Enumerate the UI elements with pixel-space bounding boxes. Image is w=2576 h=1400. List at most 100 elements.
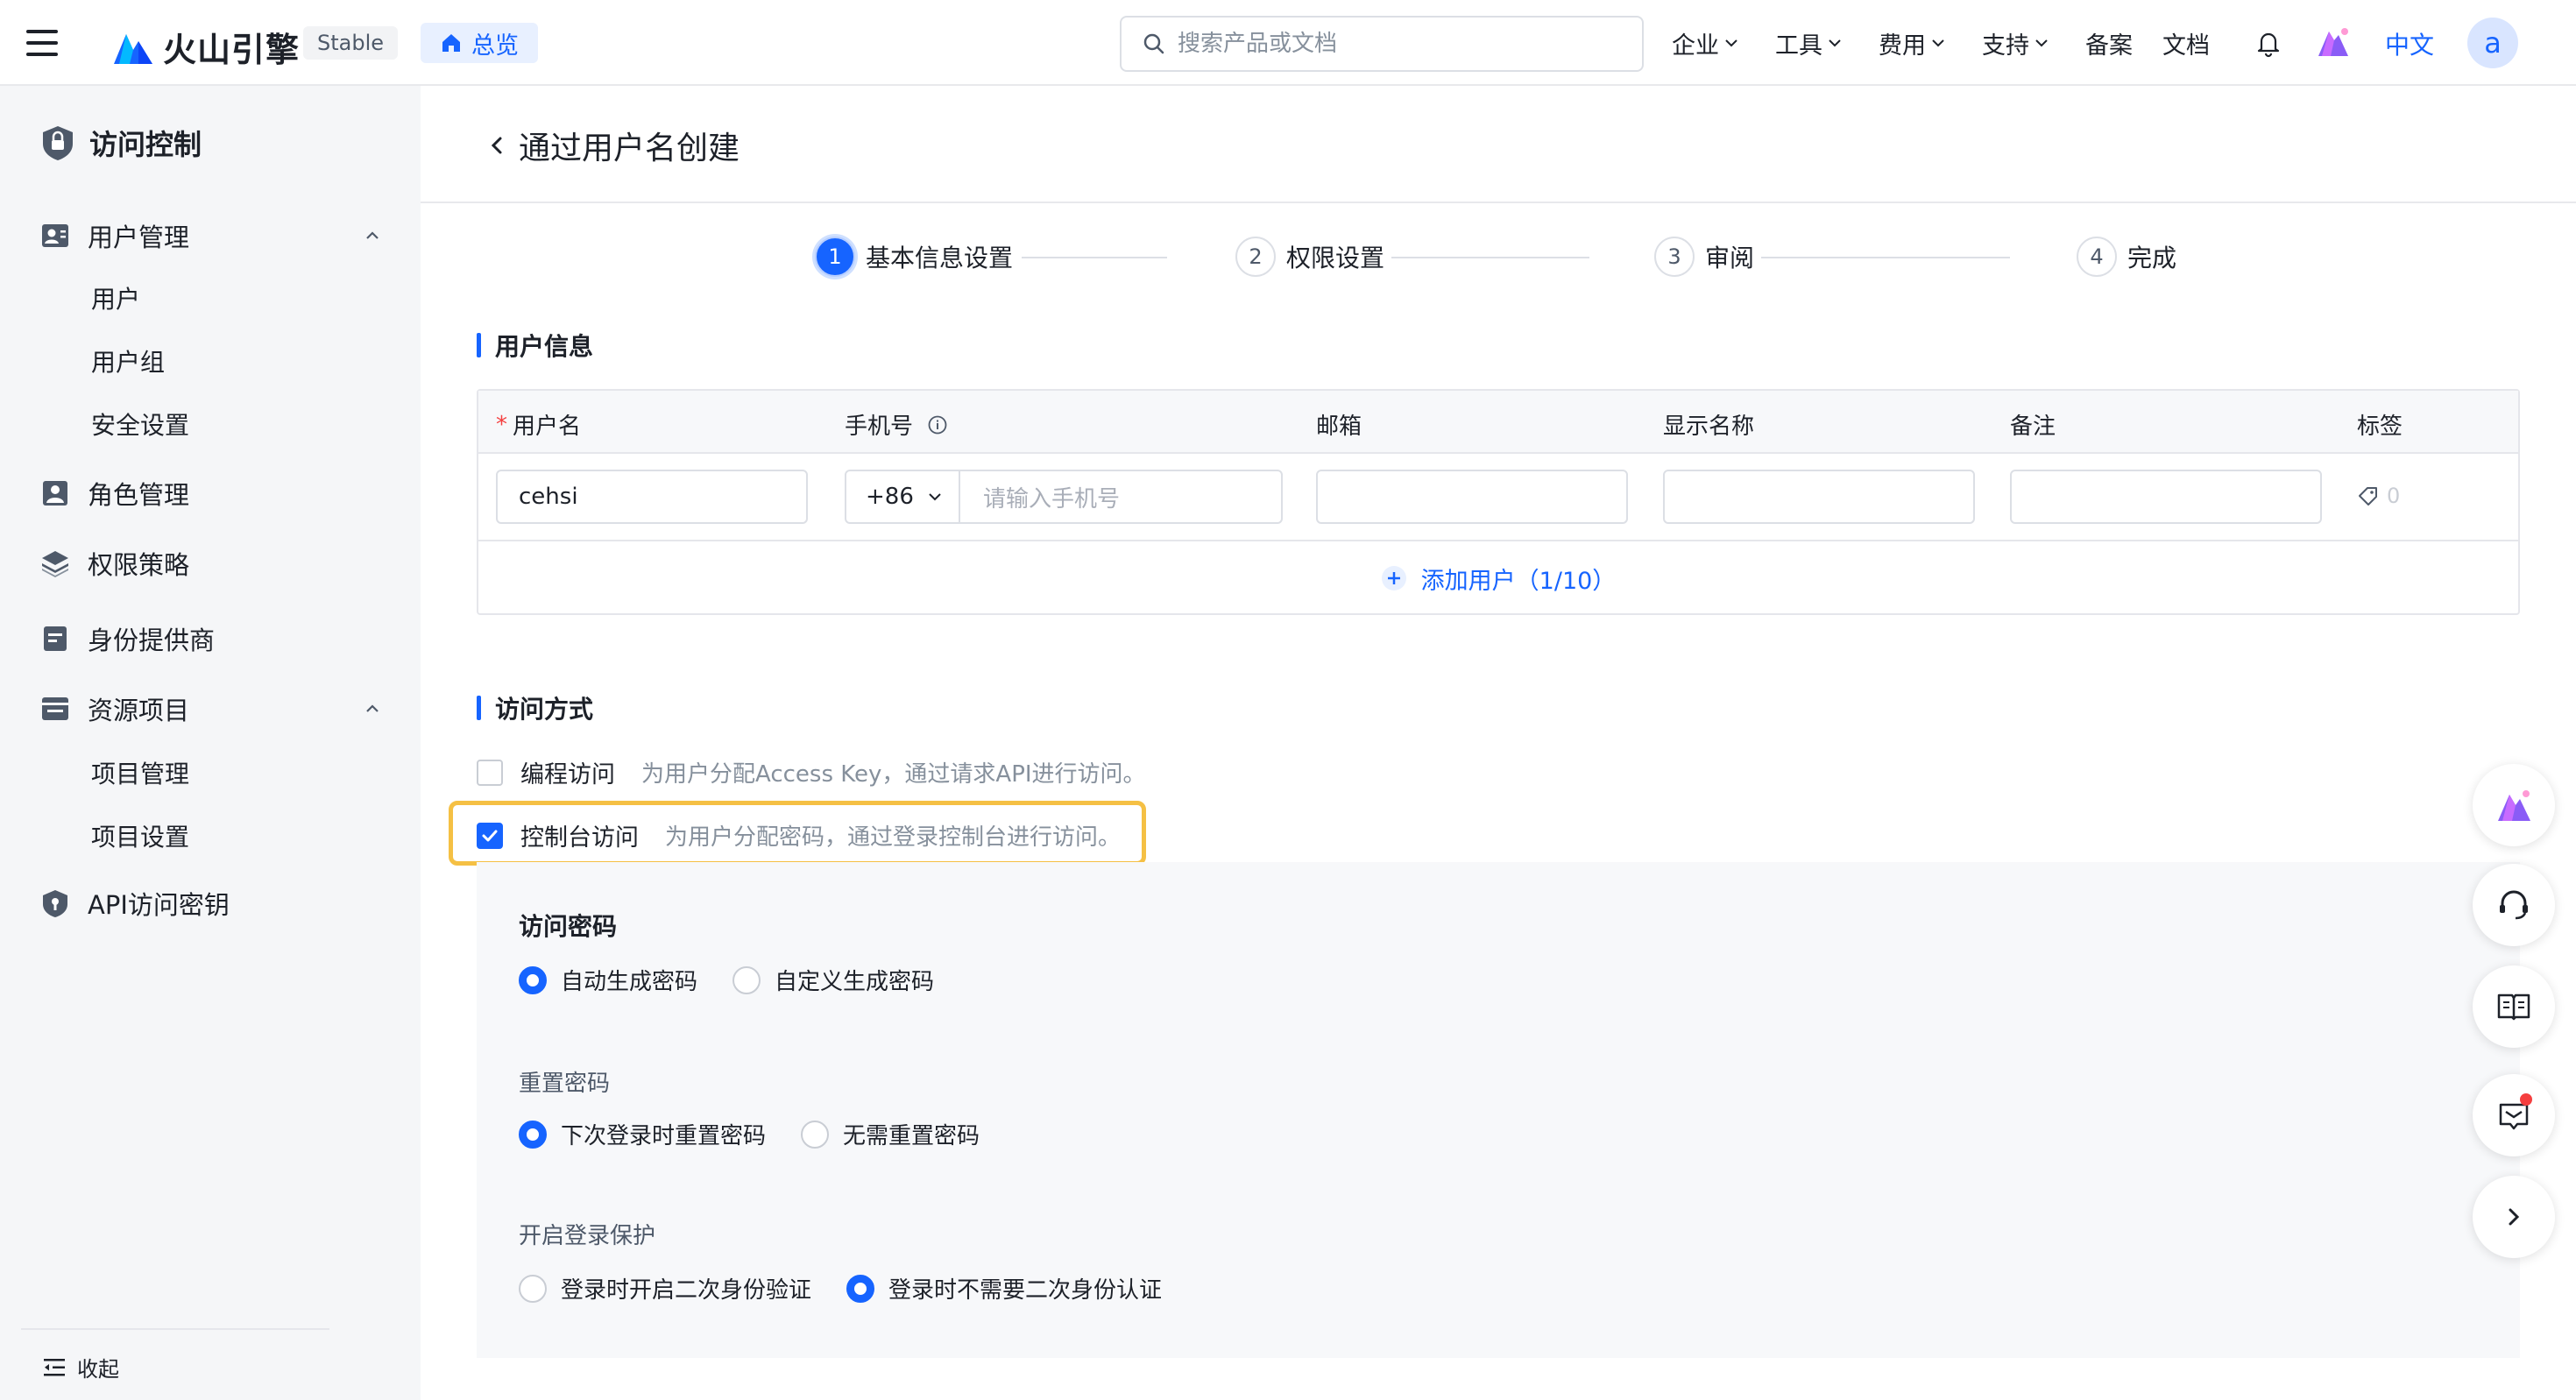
role-icon: [43, 481, 67, 506]
programmatic-access-option[interactable]: 编程访问 为用户分配Access Key，通过请求API进行访问。: [477, 755, 1146, 789]
display-name-field[interactable]: [1663, 470, 1975, 524]
step-label: 权限设置: [1286, 244, 1385, 272]
radio-enable-mfa[interactable]: [519, 1274, 547, 1303]
collapse-button[interactable]: 收起: [42, 1352, 119, 1382]
nav-support[interactable]: 支持: [1982, 26, 2050, 60]
tag-icon: [2359, 487, 2377, 506]
column-remark: 备注: [2010, 414, 2056, 440]
radio-reset-next-login-label[interactable]: 下次登录时重置密码: [561, 1118, 766, 1150]
nav-filing[interactable]: 备案: [2085, 26, 2133, 60]
sidebar-item-project-settings[interactable]: 项目设置: [91, 818, 189, 853]
sidebar-group-label: 角色管理: [88, 480, 190, 510]
column-display-name: 显示名称: [1663, 414, 1755, 440]
headset-icon: [2500, 890, 2528, 920]
radio-no-mfa-label[interactable]: 登录时不需要二次身份认证: [888, 1272, 1162, 1305]
chevron-down-icon: [929, 493, 941, 501]
back-arrow-icon[interactable]: [487, 133, 506, 158]
sidebar-title: 访问控制: [40, 123, 202, 163]
radio-reset-next-login[interactable]: [519, 1120, 547, 1149]
country-code-select[interactable]: +86: [846, 471, 960, 522]
step-4: 4 完成: [2077, 237, 2176, 277]
nav-enterprise[interactable]: 企业: [1672, 26, 1740, 60]
add-user-button[interactable]: 添加用户（1/10）: [478, 540, 2518, 615]
menu-icon[interactable]: [26, 30, 58, 56]
table-header: * 用户名 手机号 邮箱 显示名称 备注 标签: [478, 391, 2518, 454]
login-protection-title: 开启登录保护: [519, 1223, 656, 1249]
brand-logo[interactable]: 火山引擎: [112, 23, 300, 71]
step-connector: [1022, 257, 1167, 258]
chevron-right-icon: [2509, 1208, 2520, 1226]
email-field[interactable]: [1316, 470, 1628, 524]
step-number: 4: [2077, 237, 2117, 277]
search-box[interactable]: [1120, 16, 1644, 72]
page-header: [421, 86, 2576, 203]
step-connector: [1391, 257, 1589, 258]
remark-field[interactable]: [2010, 470, 2322, 524]
sidebar-group-user-management[interactable]: 用户管理: [40, 217, 382, 254]
phone-input[interactable]: 请输入手机号: [960, 471, 1120, 522]
plus-icon: [1381, 566, 1406, 590]
identity-provider-icon: [44, 626, 67, 651]
chevron-down-icon: [2035, 39, 2048, 47]
mascot-icon[interactable]: [2315, 25, 2352, 60]
docs-button[interactable]: [2473, 965, 2555, 1048]
brand-name: 火山引擎: [163, 31, 301, 69]
home-icon: [442, 34, 460, 52]
step-label: 完成: [2127, 244, 2177, 272]
sidebar-item-users[interactable]: 用户: [91, 280, 140, 315]
bell-icon[interactable]: [2254, 28, 2283, 58]
nav-tools[interactable]: 工具: [1775, 26, 1844, 60]
nav-docs[interactable]: 文档: [2162, 26, 2210, 60]
customer-service-button[interactable]: [2473, 864, 2555, 946]
key-shield-icon: [43, 890, 67, 917]
reset-password-title: 重置密码: [519, 1071, 611, 1097]
sidebar-item-security-settings[interactable]: 安全设置: [91, 407, 189, 442]
sidebar: 访问控制 用户管理 用户 用户组 安全设置 角色管理 权限策略 身份提供商 资源…: [0, 86, 421, 1400]
step-3: 3 审阅: [1654, 237, 1754, 277]
sidebar-item-user-groups[interactable]: 用户组: [91, 343, 165, 378]
reset-password-options: 下次登录时重置密码 无需重置密码: [519, 1118, 1015, 1150]
radio-auto-password[interactable]: [519, 965, 547, 994]
sidebar-group-label: 身份提供商: [88, 626, 216, 655]
radio-no-reset[interactable]: [801, 1120, 830, 1149]
feedback-button[interactable]: [2473, 1074, 2555, 1156]
password-options: 自动生成密码 自定义生成密码: [519, 964, 969, 996]
sidebar-group-resource-projects[interactable]: 资源项目: [40, 690, 382, 727]
sidebar-item-project-management[interactable]: 项目管理: [91, 755, 189, 790]
nav-billing[interactable]: 费用: [1879, 26, 1947, 60]
radio-custom-password[interactable]: [732, 965, 761, 994]
sidebar-title-text: 访问控制: [89, 128, 202, 161]
chevron-up-icon: [366, 704, 379, 712]
top-nav: 企业 工具 费用 支持 备案 文档: [1672, 25, 2240, 61]
programmatic-access-desc: 为用户分配Access Key，通过请求API进行访问。: [641, 761, 1146, 788]
chevron-up-icon: [366, 231, 379, 239]
top-bar: 火山引擎 Stable 总览 企业 工具 费用 支持 备案: [0, 0, 2576, 86]
username-field[interactable]: cehsi: [496, 470, 808, 524]
sidebar-group-identity-providers[interactable]: 身份提供商: [40, 620, 382, 657]
avatar[interactable]: a: [2467, 18, 2518, 68]
search-input[interactable]: [1178, 31, 1616, 57]
section-title-text: 用户信息: [495, 332, 594, 361]
step-label: 基本信息设置: [866, 244, 1014, 272]
sidebar-group-policies[interactable]: 权限策略: [40, 545, 382, 582]
sidebar-group-api-keys[interactable]: API访问密钥: [40, 885, 382, 922]
sidebar-group-roles[interactable]: 角色管理: [40, 475, 382, 512]
search-icon: [1143, 33, 1164, 54]
info-icon[interactable]: [927, 414, 948, 435]
step-number: 3: [1654, 237, 1695, 277]
programmatic-access-checkbox[interactable]: [477, 759, 503, 786]
expand-panel-button[interactable]: [2473, 1176, 2555, 1258]
tag-editor[interactable]: 0: [2357, 484, 2400, 508]
overview-tab[interactable]: 总览: [421, 23, 538, 63]
column-email: 邮箱: [1316, 414, 1362, 440]
radio-no-reset-label[interactable]: 无需重置密码: [843, 1118, 980, 1150]
radio-no-mfa[interactable]: [846, 1274, 875, 1303]
assistant-button[interactable]: [2473, 764, 2555, 846]
section-marker: [477, 696, 481, 720]
language-switch[interactable]: 中文: [2385, 26, 2434, 61]
radio-enable-mfa-label[interactable]: 登录时开启二次身份验证: [561, 1272, 811, 1305]
step-2: 2 权限设置: [1235, 237, 1384, 277]
radio-auto-password-label[interactable]: 自动生成密码: [561, 964, 697, 996]
nav-support-label: 支持: [1982, 32, 2029, 60]
radio-custom-password-label[interactable]: 自定义生成密码: [775, 964, 934, 996]
